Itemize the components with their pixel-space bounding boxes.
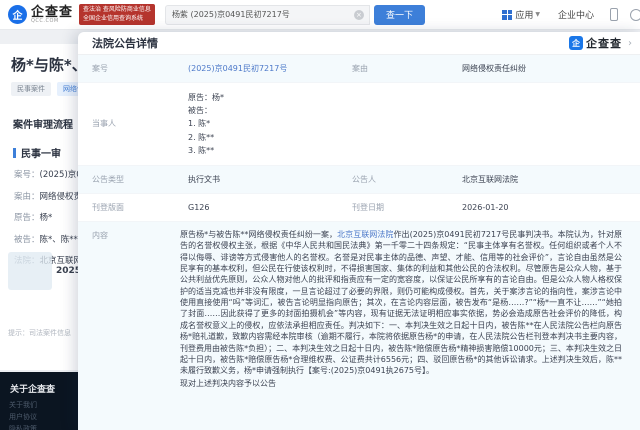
stage-accent-bar	[13, 148, 16, 158]
search-button[interactable]: 查一下	[374, 5, 425, 25]
content-label: 内容	[78, 222, 174, 249]
announcer-label: 公告人	[338, 166, 448, 193]
cause-value: 网络侵权责任纠纷	[448, 55, 640, 82]
page-value: G126	[174, 194, 338, 221]
promo-badge-line2: 全国企业信用查询系统	[83, 15, 151, 24]
enterprise-center-link[interactable]: 企业中心	[558, 8, 594, 21]
top-navbar: 企 企查查 QCC.COM 查法治 查风险防商业信息 全国企业信用查询系统 × …	[0, 0, 640, 30]
promo-badge-line1: 查法治 查风险防商业信息	[83, 6, 151, 15]
date-value: 2026-01-20	[448, 194, 640, 221]
brand-name: 企查查	[586, 35, 622, 51]
content-part2: 作出(2025)京0491民初7217号民事判决书。本院认为，针对原告的名誉权侵…	[180, 230, 622, 375]
row-page-date: 刊登版面 G126 刊登日期 2026-01-20	[78, 194, 640, 222]
row-content: 内容 原告杨*与被告陈**网络侵权责任纠纷一案，北京互联网法院作出(2025)京…	[78, 222, 640, 430]
court-link[interactable]: 北京互联网法院	[337, 230, 393, 239]
case-title: 杨*与陈*、	[11, 54, 87, 75]
footer-link-about[interactable]: 关于我们	[9, 400, 37, 410]
party-defendant-3: 3. 陈**	[188, 144, 636, 157]
cause-label: 案由	[338, 55, 448, 82]
modal-title: 法院公告详情	[92, 35, 158, 51]
party-defendant-1: 1. 陈*	[188, 117, 636, 130]
section-title-proceedings: 案件审理流程	[13, 116, 73, 131]
modal-brand: 企 企查查 ›	[569, 35, 632, 51]
qcc-logo-icon: 企	[8, 5, 27, 24]
footer-link-terms[interactable]: 用户协议	[9, 412, 37, 422]
stage-first-instance: 民事一审	[13, 145, 61, 160]
case-no-label: 案号	[78, 55, 174, 82]
type-label: 公告类型	[78, 166, 174, 193]
date-label: 刊登日期	[338, 194, 448, 221]
announcement-content: 原告杨*与被告陈**网络侵权责任纠纷一案，北京互联网法院作出(2025)京049…	[174, 222, 640, 397]
field-plaintiff: 原告：杨*	[14, 211, 52, 223]
modal-header: 法院公告详情 企 企查查 ›	[78, 32, 640, 55]
apps-grid-icon	[502, 10, 512, 20]
case-no-link[interactable]: (2025)京0491民初7217号	[188, 63, 287, 74]
footer-title: 关于企查查	[10, 382, 55, 395]
chevron-down-icon: ▼	[535, 11, 540, 18]
party-plaintiff: 原告：杨*	[188, 91, 636, 104]
apps-menu[interactable]: 应用 ▼	[502, 8, 540, 21]
content-part1: 原告杨*与被告陈**网络侵权责任纠纷一案，	[180, 230, 337, 239]
disclaimer-hint: 提示：司法案件信息	[8, 328, 71, 338]
content-closing-line: 现对上述判决内容予以公告	[180, 378, 622, 389]
logo-text: 企查查	[31, 6, 73, 19]
party-defendant-header: 被告：	[188, 104, 636, 117]
party-defendant-2: 2. 陈**	[188, 131, 636, 144]
footer-link-privacy[interactable]: 隐私政策	[9, 424, 37, 430]
party-label: 当事人	[78, 83, 174, 165]
mobile-app-icon[interactable]	[610, 8, 618, 21]
qcc-logo[interactable]: 企 企查查 QCC.COM	[8, 5, 73, 24]
search-input[interactable]	[165, 5, 370, 25]
page-label: 刊登版面	[78, 194, 174, 221]
qcc-app-icon: 企	[569, 36, 583, 50]
case-tag-civil[interactable]: 民事案件	[11, 82, 51, 96]
timeline-thumbnail[interactable]	[8, 252, 52, 290]
court-announcement-modal: 法院公告详情 企 企查查 › 案号 (2025)京0491民初7217号 案由 …	[78, 32, 640, 430]
type-value: 执行文书	[174, 166, 338, 193]
apps-label: 应用	[515, 8, 533, 21]
user-avatar-icon[interactable]	[630, 9, 640, 21]
row-parties: 当事人 原告：杨* 被告： 1. 陈* 2. 陈** 3. 陈**	[78, 83, 640, 166]
search-clear-icon[interactable]: ×	[354, 10, 364, 20]
promo-badge: 查法治 查风险防商业信息 全国企业信用查询系统	[79, 4, 155, 25]
row-case-no-cause: 案号 (2025)京0491民初7217号 案由 网络侵权责任纠纷	[78, 55, 640, 83]
announcer-value: 北京互联网法院	[448, 166, 640, 193]
row-type-announcer: 公告类型 执行文书 公告人 北京互联网法院	[78, 166, 640, 194]
chevron-right-icon[interactable]: ›	[628, 38, 632, 49]
